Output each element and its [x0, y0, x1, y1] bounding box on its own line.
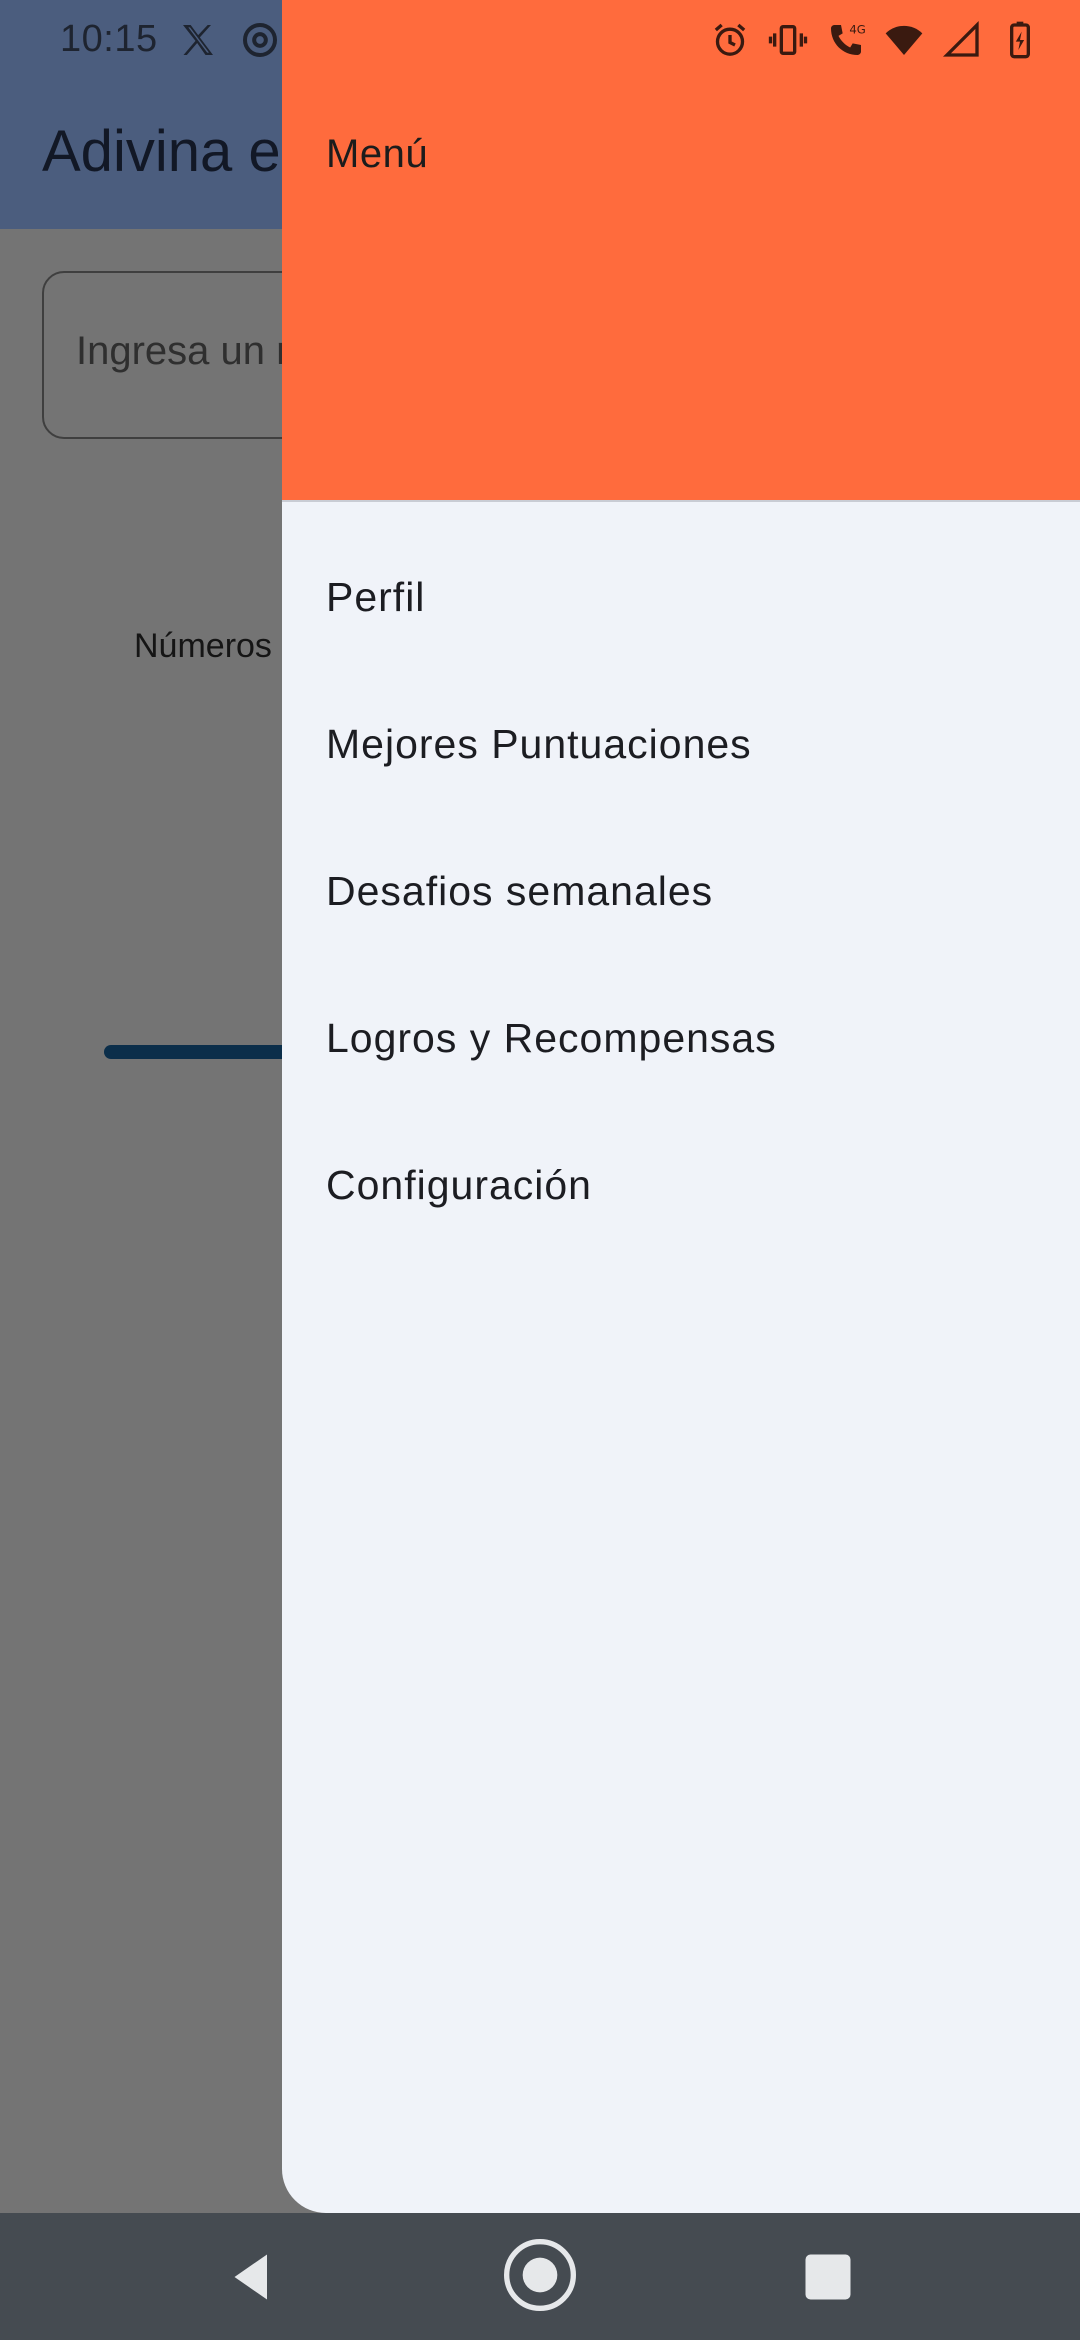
menu-list: Perfil Mejores Puntuaciones Desafios sem…	[282, 524, 1080, 1259]
status-time: 10:15	[60, 18, 158, 60]
at-sign-icon	[243, 23, 277, 57]
alarm-icon	[714, 23, 746, 56]
navigation-drawer: 4G Menú Perfil Mejores Puntuaciones Desa	[282, 0, 1080, 2213]
status-right-icons: 4G	[710, 20, 1040, 60]
drawer-title: Menú	[326, 132, 429, 176]
call-4g-icon: 4G	[831, 22, 866, 55]
vibrate-icon	[768, 25, 808, 55]
menu-item-configuracion[interactable]: Configuración	[282, 1112, 1080, 1259]
screen: 10:15 Adivina el número Ingresa un númer…	[0, 0, 1080, 2340]
back-icon[interactable]	[222, 2247, 282, 2307]
drawer-header: 4G Menú	[282, 0, 1080, 502]
status-left-icons	[178, 20, 280, 60]
home-icon[interactable]	[500, 2235, 580, 2315]
numbers-label: Números	[134, 627, 272, 665]
wifi-icon	[885, 25, 923, 55]
system-nav-bar	[0, 2213, 1080, 2340]
menu-item-perfil[interactable]: Perfil	[282, 524, 1080, 671]
menu-item-logros-recompensas[interactable]: Logros y Recompensas	[282, 965, 1080, 1112]
menu-item-mejores-puntuaciones[interactable]: Mejores Puntuaciones	[282, 671, 1080, 818]
signal-icon	[942, 20, 979, 57]
recents-icon[interactable]	[798, 2247, 858, 2307]
svg-text:4G: 4G	[849, 22, 865, 36]
x-icon	[183, 25, 213, 55]
battery-charging-icon	[1010, 21, 1030, 59]
menu-item-desafios-semanales[interactable]: Desafios semanales	[282, 818, 1080, 965]
